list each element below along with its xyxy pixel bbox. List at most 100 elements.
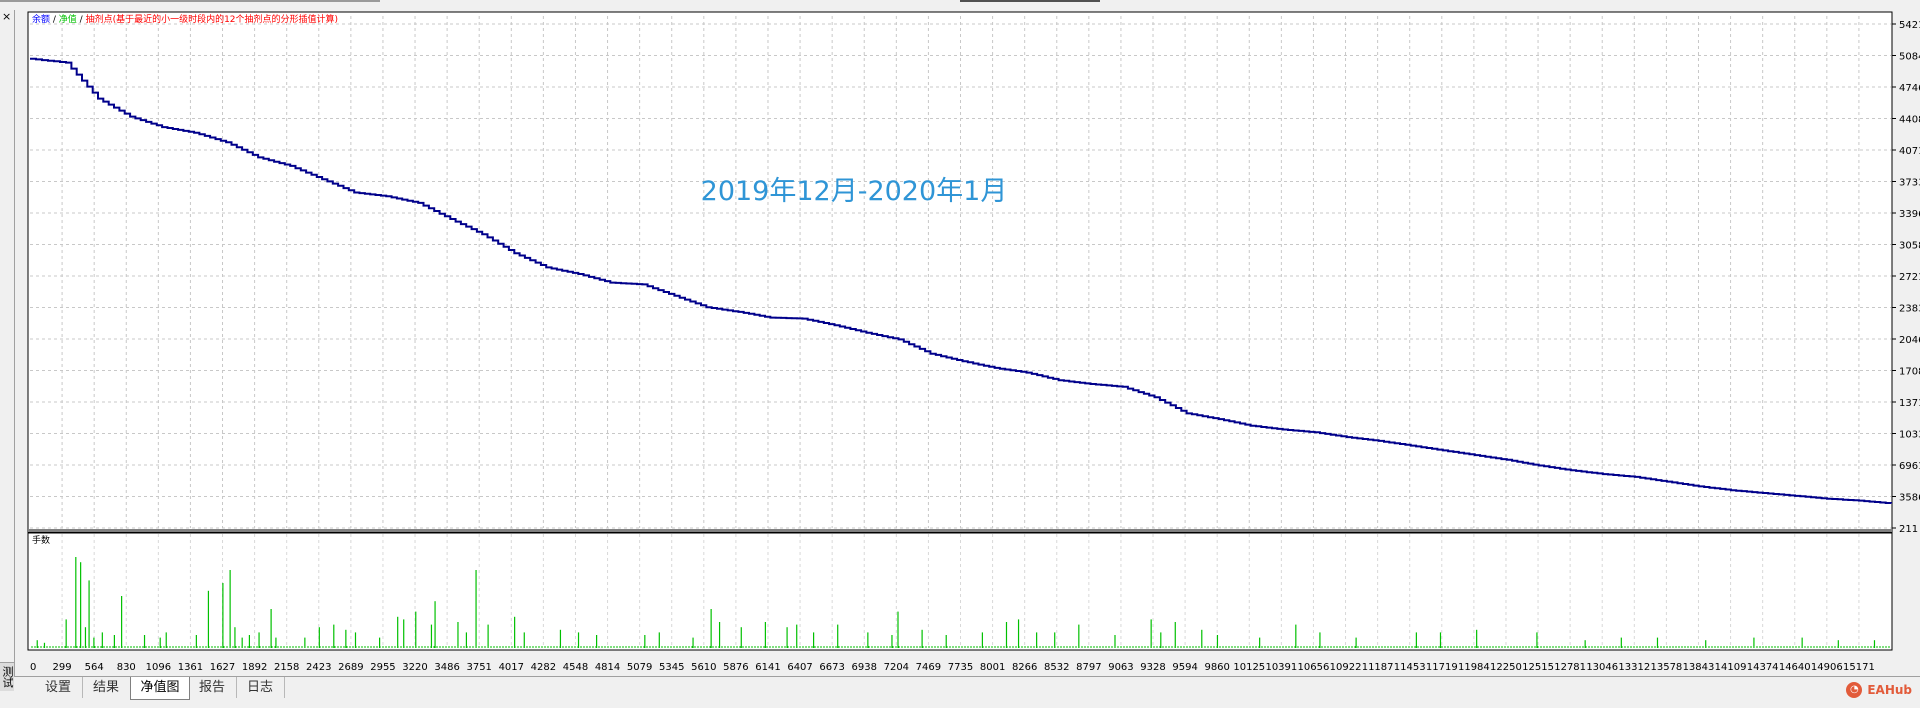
x-tick-label: 1627 — [210, 662, 235, 673]
y-tick-label: 54215 — [1899, 20, 1920, 31]
x-tick-label: 12250 — [1490, 662, 1522, 673]
y-tick-label: 44089 — [1899, 115, 1920, 126]
top-strip-segment — [960, 0, 1100, 2]
x-tick-label: 14109 — [1715, 662, 1747, 673]
x-tick-label: 10391 — [1265, 662, 1297, 673]
x-tick-label: 1096 — [146, 662, 171, 673]
y-tick-label: 50840 — [1899, 52, 1920, 63]
x-tick-label: 2423 — [306, 662, 331, 673]
tab-report[interactable]: 报告 — [188, 677, 237, 698]
x-tick-label: 2158 — [274, 662, 299, 673]
x-tick-label: 11453 — [1394, 662, 1426, 673]
x-tick-label: 11719 — [1426, 662, 1458, 673]
tabs-bar: 设置 结果 净值图 报告 日志 — [14, 676, 1920, 701]
y-tick-label: 33964 — [1899, 209, 1920, 220]
x-tick-label: 1892 — [242, 662, 267, 673]
x-tick-label: 15171 — [1843, 662, 1875, 673]
x-tick-label: 1361 — [178, 662, 203, 673]
x-tick-label: 11984 — [1458, 662, 1490, 673]
x-tick-label: 9594 — [1172, 662, 1197, 673]
y-tick-label: 23838 — [1899, 304, 1920, 315]
x-tick-label: 4282 — [531, 662, 556, 673]
x-tick-label: 6141 — [755, 662, 780, 673]
x-tick-label: 6673 — [819, 662, 844, 673]
y-axis-ticks: 54215 50840 47465 44089 40714 37339 33964 30588… — [1892, 20, 1920, 535]
tab-settings[interactable]: 设置 — [34, 677, 83, 698]
x-tick-label: 4017 — [499, 662, 524, 673]
y-tick-label: 211 — [1899, 524, 1918, 535]
legend-item-2: 净值 — [56, 13, 77, 25]
watermark-text: EAHub — [1867, 683, 1912, 697]
x-tick-label: 5610 — [691, 662, 716, 673]
close-icon[interactable]: × — [2, 11, 11, 23]
top-strip — [0, 0, 1920, 10]
x-tick-label: 9063 — [1108, 662, 1133, 673]
x-tick-label: 8001 — [980, 662, 1005, 673]
y-tick-label: 37339 — [1899, 178, 1920, 189]
tab-journal[interactable]: 日志 — [236, 677, 285, 698]
x-axis-ticks: 0 299 564 830 1096 1361 1627 1892 2158 2423 2689 29… — [30, 662, 1875, 673]
chart-legend: 余额 / 净值 / 抽剂点(基于最近的小一级时段内的12个抽剂点的分形插值计算) — [32, 13, 338, 25]
legend-item-0: 余额 — [32, 13, 50, 25]
x-tick-label: 10125 — [1233, 662, 1265, 673]
x-tick-label: 3486 — [434, 662, 459, 673]
x-tick-label: 11187 — [1362, 662, 1394, 673]
y-tick-label: 6961 — [1899, 461, 1920, 472]
x-tick-label: 8266 — [1012, 662, 1037, 673]
y-tick-label: 20462 — [1899, 335, 1920, 346]
x-tick-label: 13843 — [1683, 662, 1715, 673]
y-tick-label: 10336 — [1899, 430, 1920, 441]
tab-results[interactable]: 结果 — [82, 677, 131, 698]
x-tick-label: 9860 — [1204, 662, 1229, 673]
x-tick-label: 830 — [117, 662, 136, 673]
y-tick-label: 40714 — [1899, 146, 1920, 157]
x-tick-label: 3220 — [402, 662, 427, 673]
x-tick-label: 564 — [85, 662, 104, 673]
x-tick-label: 5876 — [723, 662, 748, 673]
x-tick-label: 5345 — [659, 662, 684, 673]
x-tick-label: 14374 — [1747, 662, 1779, 673]
watermark-logo-icon: ◔ — [1846, 682, 1863, 698]
side-tab-tester[interactable]: 测试 — [0, 662, 14, 691]
x-tick-label: 2689 — [338, 662, 363, 673]
bottom-strip — [0, 700, 1920, 708]
left-rail: × — [0, 10, 15, 690]
tab-equity-chart[interactable]: 净值图 — [130, 677, 190, 700]
x-tick-label: 8797 — [1076, 662, 1101, 673]
top-strip-segment — [0, 0, 380, 2]
y-tick-label: 47465 — [1899, 83, 1920, 94]
x-tick-label: 14906 — [1811, 662, 1843, 673]
x-tick-label: 6938 — [852, 662, 877, 673]
x-tick-label: 5079 — [627, 662, 652, 673]
x-tick-label: 7469 — [916, 662, 941, 673]
separator-bar — [28, 529, 1892, 532]
x-tick-label: 13046 — [1586, 662, 1618, 673]
legend-item-4: 抽剂点(基于最近的小一级时段内的12个抽剂点的分形插值计算) — [83, 13, 338, 25]
y-tick-label: 3586 — [1899, 493, 1920, 504]
y-tick-label: 17087 — [1899, 367, 1920, 378]
x-tick-label: 12515 — [1522, 662, 1554, 673]
x-tick-label: 7735 — [948, 662, 973, 673]
y-tick-label: 30588 — [1899, 241, 1920, 252]
x-tick-label: 3751 — [466, 662, 491, 673]
y-tick-label: 27213 — [1899, 272, 1920, 283]
x-tick-label: 10656 — [1298, 662, 1330, 673]
x-tick-label: 13578 — [1650, 662, 1682, 673]
x-tick-label: 9328 — [1140, 662, 1165, 673]
x-tick-label: 7204 — [884, 662, 909, 673]
date-range-label: 2019年12月-2020年1月 — [701, 176, 1008, 207]
x-tick-label: 14640 — [1779, 662, 1811, 673]
equity-chart: 54215 50840 47465 44089 40714 37339 33964 30588… — [27, 11, 1920, 673]
x-tick-label: 6407 — [787, 662, 812, 673]
x-tick-label: 0 — [30, 662, 36, 673]
watermark: ◔ EAHub — [1846, 680, 1912, 700]
x-tick-label: 299 — [53, 662, 72, 673]
x-tick-label: 13312 — [1618, 662, 1650, 673]
x-tick-label: 4548 — [563, 662, 588, 673]
volume-label: 手数 — [32, 534, 50, 546]
x-tick-label: 4814 — [595, 662, 620, 673]
x-tick-label: 8532 — [1044, 662, 1069, 673]
x-tick-label: 2955 — [370, 662, 395, 673]
y-tick-label: 13712 — [1899, 398, 1920, 409]
x-tick-label: 12781 — [1554, 662, 1586, 673]
